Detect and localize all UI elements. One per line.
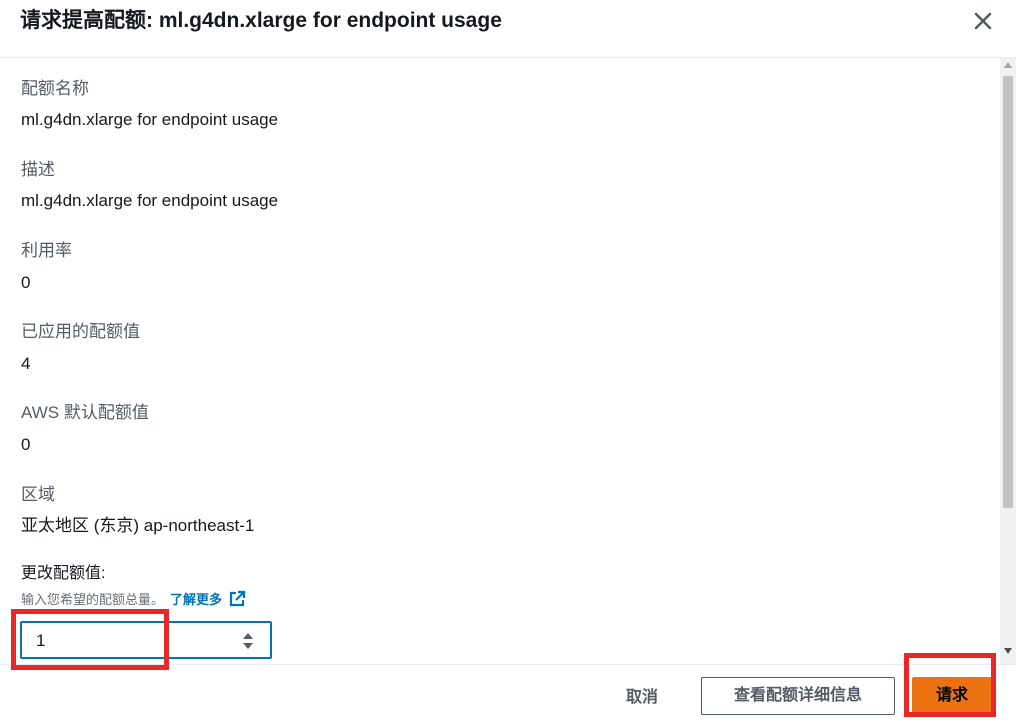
modal-footer: 取消 查看配额详细信息 请求 bbox=[0, 664, 1016, 720]
vertical-scrollbar[interactable] bbox=[1000, 58, 1016, 664]
quota-hint: 输入您希望的配额总量。 了解更多 bbox=[21, 590, 246, 609]
quota-increase-modal: 请求提高配额: ml.g4dn.xlarge for endpoint usag… bbox=[0, 0, 1016, 720]
description-label: 描述 bbox=[21, 160, 55, 179]
modal-header: 请求提高配额: ml.g4dn.xlarge for endpoint usag… bbox=[0, 0, 1016, 58]
quota-value-input[interactable]: 1 bbox=[20, 621, 272, 659]
utilization-label: 利用率 bbox=[21, 241, 72, 260]
hint-text: 输入您希望的配额总量。 bbox=[21, 592, 165, 607]
scroll-down-arrow[interactable] bbox=[1004, 648, 1012, 654]
applied-quota-value: 4 bbox=[21, 354, 31, 373]
view-quota-details-button[interactable]: 查看配额详细信息 bbox=[701, 677, 895, 715]
applied-quota-label: 已应用的配额值 bbox=[21, 322, 140, 341]
request-button[interactable]: 请求 bbox=[912, 677, 992, 715]
external-link-icon[interactable] bbox=[228, 590, 246, 608]
cancel-button[interactable]: 取消 bbox=[610, 681, 674, 709]
spinner-arrows-icon[interactable] bbox=[239, 630, 257, 652]
learn-more-link[interactable]: 了解更多 bbox=[170, 592, 222, 607]
quota-input-value: 1 bbox=[36, 631, 46, 650]
default-quota-label: AWS 默认配额值 bbox=[21, 403, 149, 422]
region-value: 亚太地区 (东京) ap-northeast-1 bbox=[21, 516, 255, 535]
description-value: ml.g4dn.xlarge for endpoint usage bbox=[21, 191, 279, 210]
close-icon[interactable] bbox=[972, 10, 994, 32]
modal-body: 配额名称 ml.g4dn.xlarge for endpoint usage 描… bbox=[0, 58, 1000, 664]
scroll-up-arrow[interactable] bbox=[1004, 62, 1012, 68]
modal-title: 请求提高配额: ml.g4dn.xlarge for endpoint usag… bbox=[20, 9, 502, 32]
utilization-value: 0 bbox=[21, 273, 31, 292]
quota-name-label: 配额名称 bbox=[21, 79, 89, 98]
region-label: 区域 bbox=[21, 485, 55, 504]
default-quota-value: 0 bbox=[21, 435, 31, 454]
scrollbar-thumb[interactable] bbox=[1003, 76, 1013, 508]
change-quota-label: 更改配额值: bbox=[21, 565, 106, 582]
quota-name-value: ml.g4dn.xlarge for endpoint usage bbox=[21, 110, 279, 129]
